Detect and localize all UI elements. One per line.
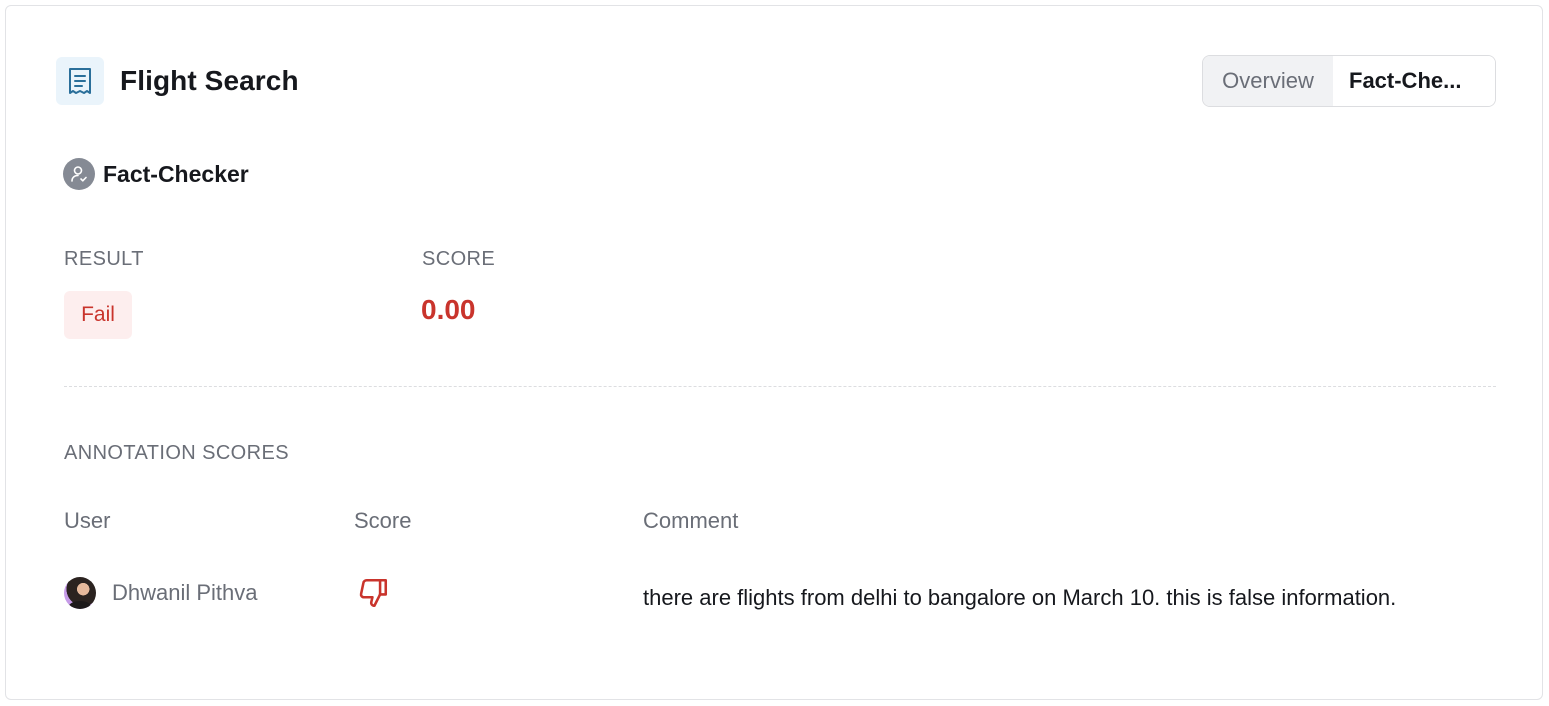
receipt-icon	[56, 57, 104, 105]
column-header-comment: Comment	[643, 508, 739, 533]
avatar	[64, 577, 96, 609]
view-tabs: Overview Fact-Che...	[1202, 55, 1496, 107]
score-value: 0.00	[421, 294, 476, 325]
evaluator-name: Fact-Checker	[103, 160, 249, 187]
result-badge: Fail	[64, 291, 132, 339]
tab-fact-checker[interactable]: Fact-Che...	[1333, 56, 1495, 106]
score-label: SCORE	[422, 248, 496, 270]
column-header-score: Score	[354, 508, 412, 533]
page-title: Flight Search	[120, 65, 299, 96]
result-label: RESULT	[64, 248, 144, 270]
column-header-user: User	[64, 508, 111, 533]
annotation-comment: there are flights from delhi to bangalor…	[643, 585, 1397, 610]
thumbs-down-icon	[356, 576, 390, 610]
tab-overview[interactable]: Overview	[1203, 56, 1333, 106]
section-divider	[64, 386, 1496, 387]
user-check-icon	[63, 158, 95, 190]
annotation-row-user: Dhwanil Pithva	[64, 577, 258, 609]
annotation-user-name: Dhwanil Pithva	[112, 580, 258, 605]
evaluation-card: Flight Search Overview Fact-Che... Fact-…	[5, 5, 1543, 700]
annotation-scores-label: ANNOTATION SCORES	[64, 442, 289, 464]
evaluator-header: Fact-Checker	[63, 158, 249, 190]
